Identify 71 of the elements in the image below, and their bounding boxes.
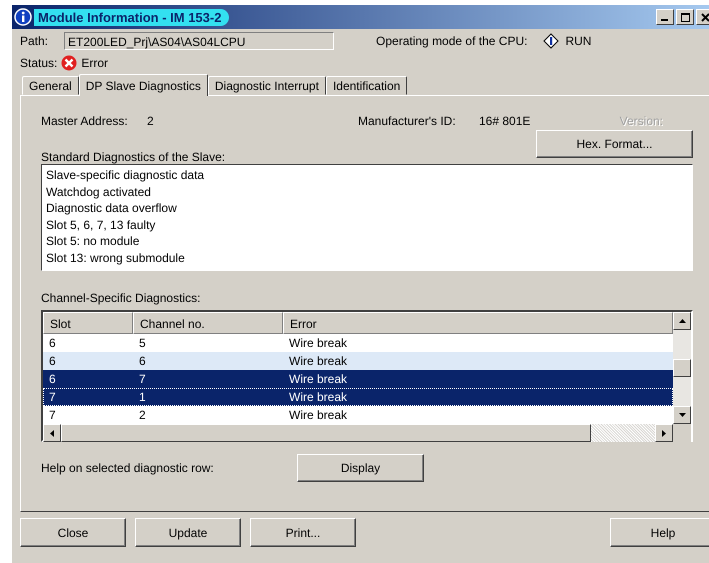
error-icon — [61, 55, 78, 71]
dialog-button[interactable]: Update — [135, 518, 241, 547]
status-value: Error — [81, 56, 108, 70]
path-label: Path: — [20, 34, 48, 48]
scroll-thumb[interactable] — [673, 359, 691, 377]
table-cell-text: 2 — [138, 407, 147, 424]
close-icon — [700, 12, 709, 22]
table-cell-text: Wire break — [288, 353, 348, 370]
table-cell-text: 6 — [48, 335, 57, 352]
manufacturer-id-value: 16# 801E — [479, 114, 532, 128]
table-cell-text: 7 — [48, 407, 57, 424]
table-cell-text: Wire break — [288, 407, 348, 424]
help-button[interactable]: Help — [610, 518, 709, 547]
master-address-label: Master Address: — [41, 114, 129, 128]
list-item[interactable]: Slot 13: wrong submodule — [46, 250, 688, 266]
channel-diagnostics-label: Channel-Specific Diagnostics: — [41, 291, 202, 305]
hex-format-button[interactable]: Hex. Format... — [536, 130, 693, 158]
table-cell-text: Wire break — [288, 389, 348, 406]
up-arrow-icon — [678, 319, 686, 323]
master-address-value: 2 — [147, 114, 155, 128]
tab[interactable]: Diagnostic Interrupt — [208, 76, 326, 95]
table-cell-text: 6 — [48, 371, 57, 388]
column-header[interactable]: Slot — [43, 312, 133, 334]
status-label: Status: — [20, 56, 58, 70]
help-row-label: Help on selected diagnostic row: — [41, 461, 215, 475]
dialog-button[interactable]: Print... — [250, 518, 356, 547]
tab[interactable]: Identification — [326, 76, 408, 95]
list-item[interactable]: Watchdog activated — [46, 184, 688, 200]
left-arrow-icon — [50, 430, 54, 436]
standard-diagnostics-label: Standard Diagnostics of the Slave: — [41, 150, 226, 164]
table-cell-text: 6 — [138, 353, 147, 370]
vertical-scrollbar[interactable] — [673, 312, 691, 424]
scroll-left-button[interactable] — [43, 424, 61, 442]
table-cell-text: 1 — [138, 389, 147, 406]
table-cell-text: 7 — [138, 371, 147, 388]
down-arrow-icon — [678, 413, 686, 417]
info-icon — [14, 8, 32, 26]
maximize-button[interactable] — [676, 9, 694, 25]
table-row[interactable]: 7 1 Wire break — [43, 388, 673, 406]
path-field: ET200LED_Prj\AS04\AS04LCPU — [64, 32, 334, 50]
window-title: Module Information - IM 153-2 — [34, 8, 230, 26]
column-header[interactable]: Error — [283, 312, 673, 334]
tab[interactable]: General — [22, 76, 79, 95]
manufacturer-id-label: Manufacturer's ID: — [358, 114, 457, 128]
scroll-down-button[interactable] — [673, 406, 691, 424]
scroll-right-button[interactable] — [655, 424, 673, 442]
close-button[interactable] — [696, 9, 709, 25]
operating-mode-label: Operating mode of the CPU: — [376, 34, 528, 48]
tab[interactable]: DP Slave Diagnostics — [78, 74, 208, 96]
list-item[interactable]: Slave-specific diagnostic data — [46, 167, 688, 184]
table-row[interactable]: 6 5 Wire break — [43, 334, 673, 352]
table-cell-text: 5 — [138, 335, 147, 352]
operating-mode-value: RUN — [565, 34, 592, 48]
right-arrow-icon — [662, 430, 666, 436]
table-row[interactable]: 6 6 Wire break — [43, 352, 673, 370]
table-cell-text: Wire break — [288, 371, 348, 388]
list-item[interactable]: Slot 5, 6, 7, 13 faulty — [46, 216, 688, 233]
list-item[interactable]: Slot 5: no module — [46, 233, 688, 250]
minimize-button[interactable] — [656, 9, 674, 25]
table-cell-text: Wire break — [288, 335, 348, 352]
maximize-icon — [680, 12, 690, 22]
list-item[interactable]: Diagnostic data overflow — [46, 200, 688, 216]
table-row[interactable]: 6 7 Wire break — [43, 370, 673, 388]
table-row[interactable]: 7 2 Wire break — [43, 406, 673, 424]
table-cell-text: 6 — [48, 353, 57, 370]
display-button[interactable]: Display — [297, 454, 424, 482]
run-mode-icon — [543, 33, 560, 49]
table-cell-text: 7 — [48, 389, 57, 406]
dialog-button[interactable]: Close — [20, 518, 126, 547]
scroll-up-button[interactable] — [673, 312, 691, 330]
column-header[interactable]: Channel no. — [133, 312, 283, 334]
